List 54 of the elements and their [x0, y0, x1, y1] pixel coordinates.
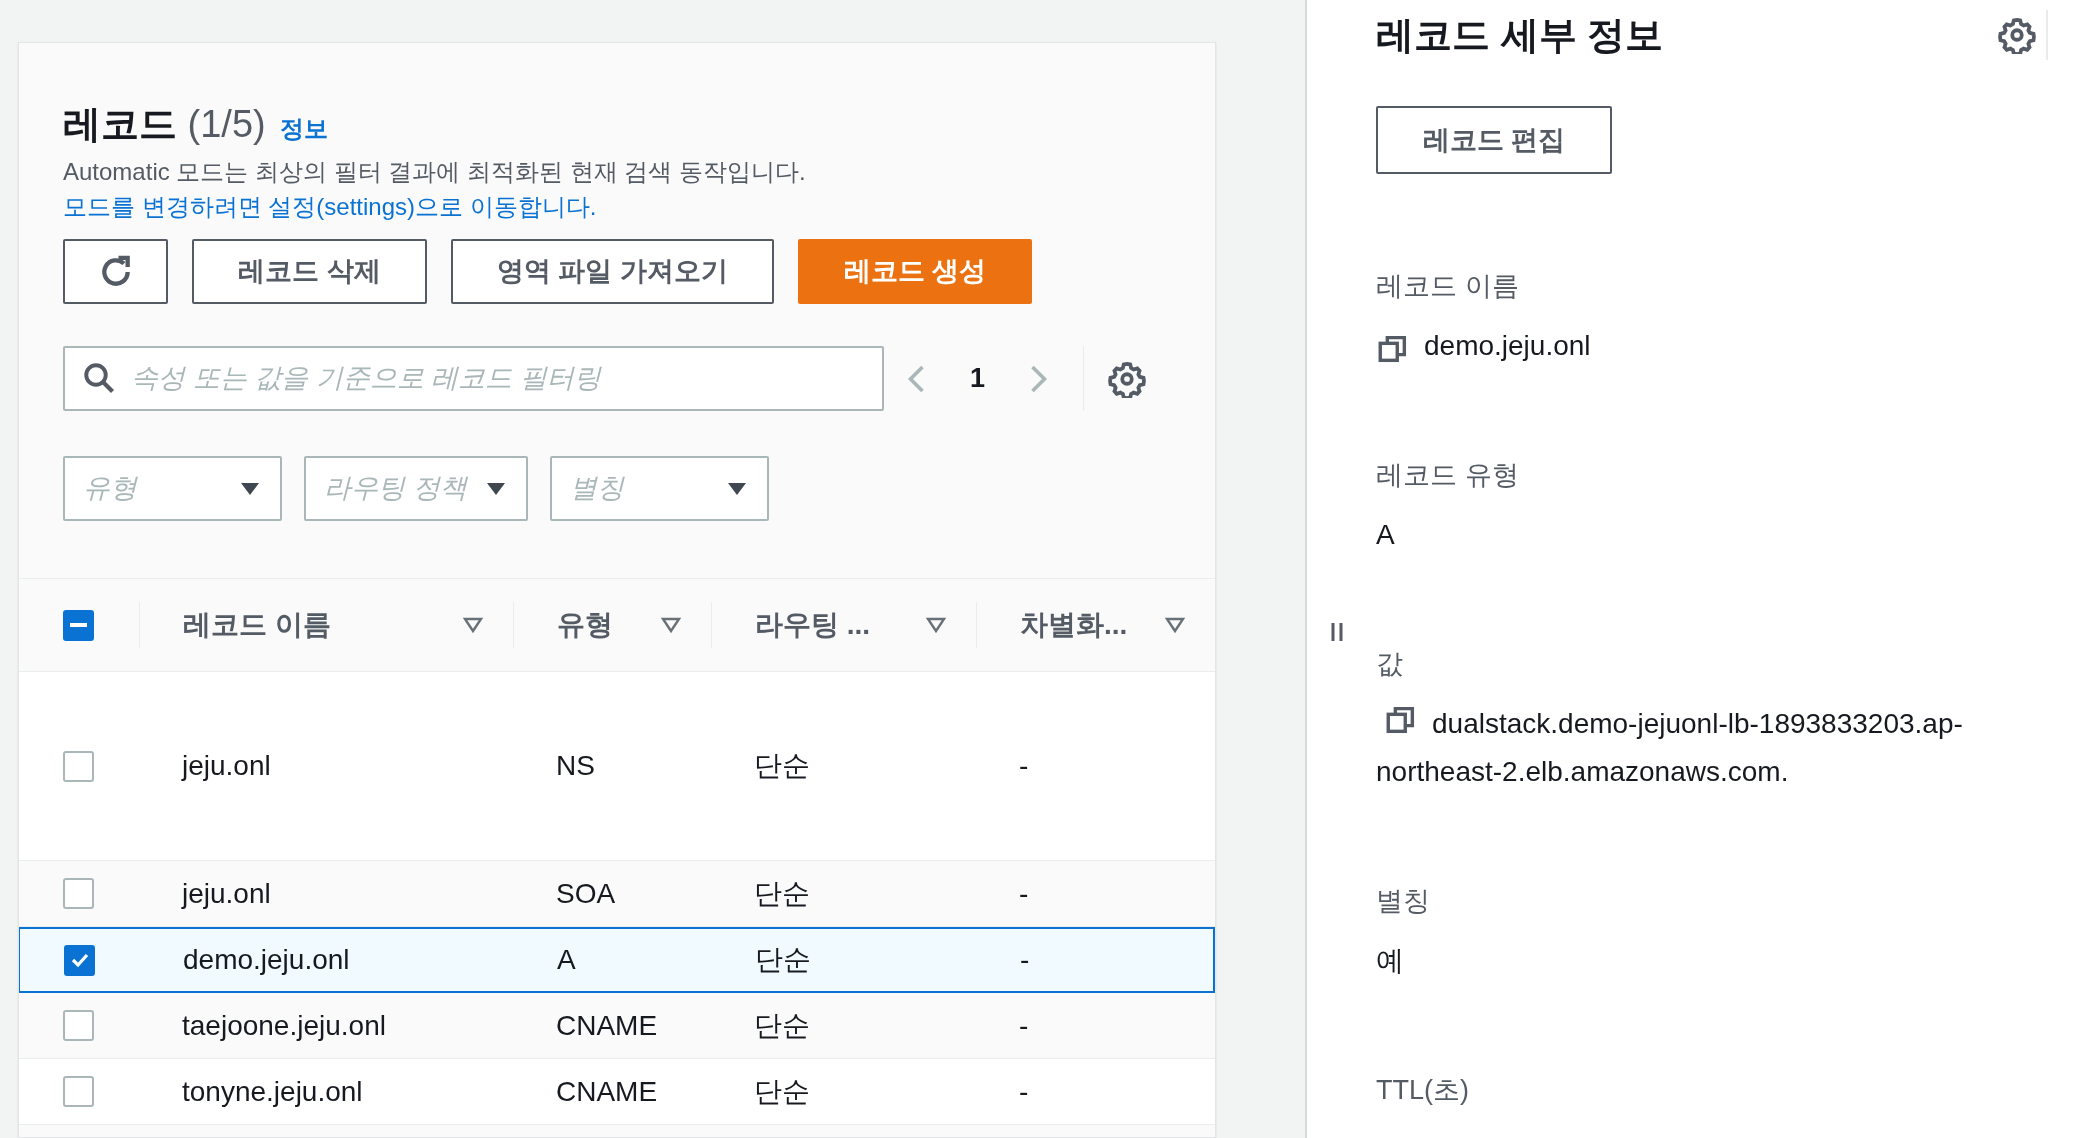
info-link[interactable]: 정보: [279, 106, 328, 152]
field-label: 레코드 유형: [1376, 459, 1520, 492]
column-header[interactable]: 라우팅 ...: [755, 604, 871, 646]
search-field[interactable]: 속성 또는 값을 기준으로 레코드 필터링: [63, 346, 884, 411]
column-header[interactable]: 차별화...: [1020, 604, 1128, 646]
table-cell: jeju.onl: [182, 750, 271, 781]
details-title: 레코드 세부 정보: [1376, 13, 1664, 58]
table-cell: -: [1019, 1075, 1029, 1107]
field-label: TTL(초): [1376, 1074, 1470, 1107]
minus-icon: [70, 623, 87, 627]
row-checkbox[interactable]: [64, 944, 95, 976]
table-cell: tonyne.jeju.onl: [182, 1075, 363, 1107]
field-value: A: [1376, 518, 1395, 552]
settings-icon[interactable]: [1108, 359, 1147, 398]
field-value: dualstack.demo-jejuonl-lb-1893833203.ap-northeast-2.elb.amazonaws.com.: [1376, 700, 2066, 796]
field-label: 레코드 이름: [1376, 270, 1520, 303]
table-cell: -: [1019, 750, 1029, 781]
edit-record-button[interactable]: 레코드 편집: [1376, 106, 1612, 174]
page-number[interactable]: 1: [970, 358, 986, 399]
table-cell: 단순: [755, 944, 811, 975]
row-checkbox[interactable]: [63, 1010, 94, 1041]
table-cell: A: [557, 944, 576, 975]
table-cell: 단순: [754, 1009, 810, 1041]
table-cell: taejoone.jeju.onl: [182, 1009, 386, 1041]
table-cell: CNAME: [556, 1075, 658, 1107]
table-cell: -: [1019, 1009, 1029, 1041]
description-text: Automatic 모드는 최상의 필터 결과에 최적화된 현재 검색 동작입니다. 모드를 변경하려면 설정(settings)으로 이동합니다.: [63, 157, 807, 222]
record-count: (1/5): [187, 102, 266, 147]
table-cell: demo.jeju.onl: [183, 944, 350, 975]
table-cell: SOA: [556, 877, 616, 909]
column-header[interactable]: 레코드 이름: [183, 604, 331, 646]
table-cell: CNAME: [556, 1009, 658, 1041]
table-cell: 단순: [754, 1075, 810, 1107]
table-cell: 단순: [754, 750, 810, 781]
row-checkbox[interactable]: [63, 750, 94, 782]
settings-icon[interactable]: [1998, 16, 2036, 54]
refresh-button[interactable]: [63, 239, 168, 304]
field-label: 별칭: [1376, 885, 1431, 918]
row-checkbox[interactable]: [63, 878, 94, 909]
toolbar-button[interactable]: 레코드 삭제: [192, 239, 427, 304]
table-cell: -: [1020, 944, 1030, 975]
table-cell: -: [1019, 877, 1029, 909]
row-checkbox[interactable]: [63, 1076, 94, 1107]
field-label: 값: [1376, 648, 1404, 681]
select-all-checkbox[interactable]: [63, 609, 94, 641]
settings-link[interactable]: 모드를 변경하려면 설정(settings)으로 이동합니다.: [63, 193, 597, 220]
column-header[interactable]: 유형: [557, 604, 613, 646]
table-cell: jeju.onl: [182, 877, 271, 909]
panel-title: 레코드: [63, 102, 177, 147]
field-value: 예: [1376, 944, 1404, 978]
table-cell: NS: [556, 750, 595, 781]
table-cell: 단순: [754, 877, 810, 909]
field-value: demo.jeju.onl: [1424, 329, 1591, 363]
toolbar-button[interactable]: 영역 파일 가져오기: [450, 239, 774, 304]
